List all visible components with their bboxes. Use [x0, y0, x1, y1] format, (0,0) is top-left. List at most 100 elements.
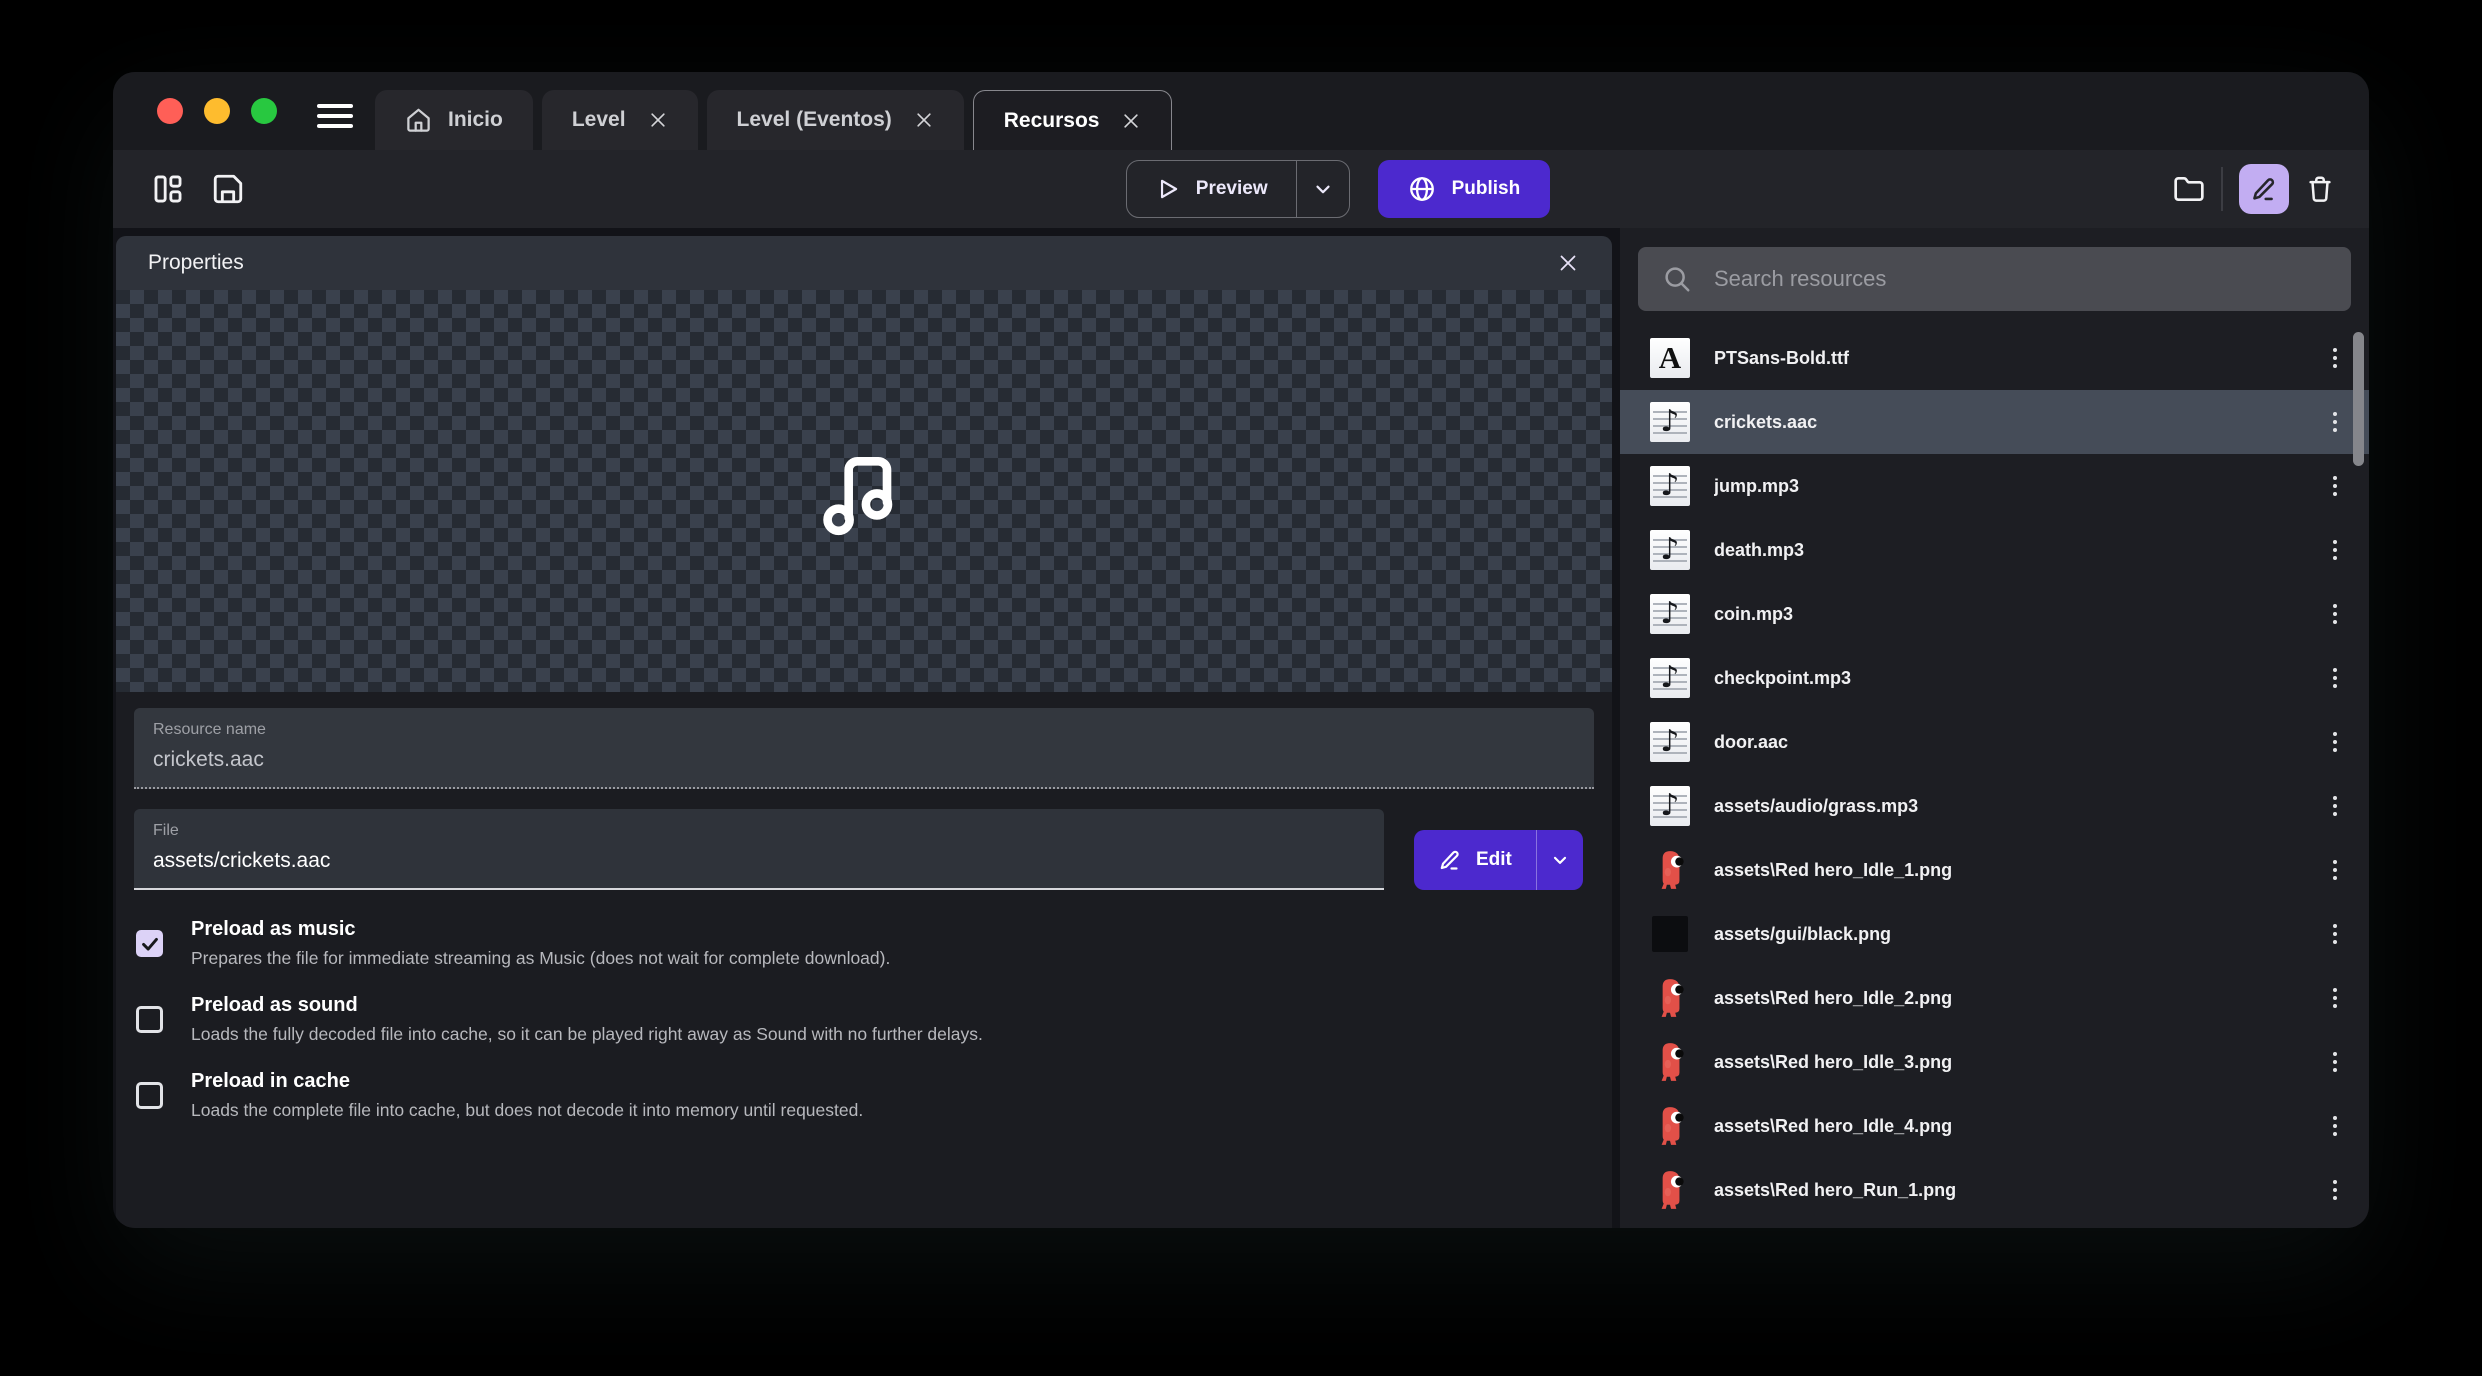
preview-label: Preview	[1196, 178, 1268, 200]
resource-name-field[interactable]: Resource name crickets.aac	[134, 708, 1594, 789]
tab-close-icon[interactable]	[908, 110, 934, 130]
close-window-button[interactable]	[157, 98, 183, 124]
sprite-thumbnail-icon	[1653, 1105, 1687, 1147]
sprite-thumbnail-icon	[1653, 1169, 1687, 1211]
minimize-window-button[interactable]	[204, 98, 230, 124]
kebab-menu-icon[interactable]	[2327, 918, 2343, 950]
kebab-menu-icon[interactable]	[2327, 790, 2343, 822]
scrollbar-thumb[interactable]	[2353, 332, 2364, 466]
edit-label: Edit	[1476, 849, 1512, 871]
toggle-panels-button[interactable]	[151, 172, 185, 206]
file-field[interactable]: File assets/crickets.aac	[134, 809, 1384, 890]
delete-button[interactable]	[2305, 174, 2335, 204]
option-description: Loads the fully decoded file into cache,…	[191, 1024, 983, 1045]
edit-options-button[interactable]	[1536, 830, 1583, 890]
kebab-menu-icon[interactable]	[2327, 662, 2343, 694]
save-icon	[211, 172, 245, 206]
kebab-menu-icon[interactable]	[2327, 534, 2343, 566]
checkbox-checked[interactable]	[136, 930, 163, 957]
close-properties-button[interactable]	[1556, 251, 1580, 275]
kebab-menu-icon[interactable]	[2327, 598, 2343, 630]
kebab-menu-icon[interactable]	[2327, 1174, 2343, 1206]
tab-bar: Inicio Level Level (Eventos) Recursos	[375, 90, 1172, 150]
preview-options-button[interactable]	[1296, 161, 1349, 217]
audio-file-icon: ♪	[1650, 658, 1690, 698]
black-image-icon	[1652, 916, 1688, 952]
audio-file-icon: ♪	[1650, 466, 1690, 506]
trash-icon	[2305, 174, 2335, 204]
tab-label: Level	[572, 108, 626, 132]
resource-row[interactable]: assets\Red hero_Idle_2.png	[1620, 966, 2369, 1030]
audio-file-icon: ♪	[1650, 594, 1690, 634]
close-icon	[1556, 251, 1580, 275]
search-icon	[1662, 264, 1692, 294]
kebab-menu-icon[interactable]	[2327, 982, 2343, 1014]
tab-recursos[interactable]: Recursos	[973, 90, 1173, 150]
main-menu-button[interactable]	[317, 104, 353, 128]
properties-title: Properties	[148, 251, 1556, 275]
resource-name: assets\Red hero_Idle_1.png	[1714, 860, 1952, 881]
kebab-menu-icon[interactable]	[2327, 1110, 2343, 1142]
kebab-menu-icon[interactable]	[2327, 1046, 2343, 1078]
resource-name: jump.mp3	[1714, 476, 1799, 497]
resource-row[interactable]: ♪assets/audio/grass.mp3	[1620, 774, 2369, 838]
audio-file-icon: ♪	[1650, 530, 1690, 570]
search-input[interactable]	[1712, 265, 2327, 293]
resource-name: coin.mp3	[1714, 604, 1793, 625]
kebab-menu-icon[interactable]	[2327, 854, 2343, 886]
sprite-thumbnail-icon	[1653, 1041, 1687, 1083]
tab-level[interactable]: Level	[542, 90, 698, 150]
resource-row[interactable]: ♪death.mp3	[1620, 518, 2369, 582]
tab-close-icon[interactable]	[642, 110, 668, 130]
checkbox-unchecked[interactable]	[136, 1082, 163, 1109]
resource-row[interactable]: assets\Red hero_Idle_3.png	[1620, 1030, 2369, 1094]
app-window: Inicio Level Level (Eventos) Recursos Previ…	[113, 72, 2369, 1228]
resource-row[interactable]: assets/gui/black.png	[1620, 902, 2369, 966]
edit-file-button[interactable]: Edit	[1414, 830, 1536, 890]
tab-inicio[interactable]: Inicio	[375, 90, 533, 150]
resource-row[interactable]: ♪ jump.mp3	[1620, 454, 2369, 518]
resource-row[interactable]: APTSans-Bold.ttf	[1620, 326, 2369, 390]
tab-label: Recursos	[1004, 109, 1100, 133]
resource-row[interactable]: ♪crickets.aac	[1620, 390, 2369, 454]
resource-fields: Resource name crickets.aac File assets/c…	[116, 692, 1612, 1121]
tab-label: Inicio	[448, 108, 503, 132]
search-bar	[1638, 247, 2351, 311]
chevron-down-icon	[1312, 178, 1334, 200]
layout-icon	[151, 172, 185, 206]
kebab-menu-icon[interactable]	[2327, 406, 2343, 438]
edit-mode-toggle[interactable]	[2239, 164, 2289, 214]
resource-row[interactable]: assets\Red hero_Idle_4.png	[1620, 1094, 2369, 1158]
resource-row[interactable]: ♪door.aac	[1620, 710, 2369, 774]
sprite-thumbnail-icon	[1653, 977, 1687, 1019]
resource-row[interactable]: ♪ checkpoint.mp3	[1620, 646, 2369, 710]
kebab-menu-icon[interactable]	[2327, 726, 2343, 758]
option-row: Preload in cacheLoads the complete file …	[136, 1070, 1594, 1121]
tab-close-icon[interactable]	[1115, 111, 1141, 131]
checkbox-unchecked[interactable]	[136, 1006, 163, 1033]
resource-name: checkpoint.mp3	[1714, 668, 1851, 689]
resources-panel: APTSans-Bold.ttf♪crickets.aac♪jump.mp3♪d…	[1620, 228, 2369, 1228]
traffic-lights	[157, 98, 277, 124]
toolbar: Preview Publish	[113, 150, 2369, 228]
resource-row[interactable]: assets\Red hero_Idle_1.png	[1620, 838, 2369, 902]
kebab-menu-icon[interactable]	[2327, 342, 2343, 374]
option-row: Preload as musicPrepares the file for im…	[136, 918, 1594, 969]
publish-button[interactable]: Publish	[1378, 160, 1551, 218]
open-folder-button[interactable]	[2173, 173, 2205, 205]
tab-level-eventos-[interactable]: Level (Eventos)	[707, 90, 964, 150]
resource-name: crickets.aac	[1714, 412, 1817, 433]
preview-split-button: Preview	[1126, 160, 1350, 218]
content-area: Properties Resource name crickets.aac	[113, 228, 2369, 1228]
save-button[interactable]	[211, 172, 245, 206]
resource-row[interactable]: ♪ coin.mp3	[1620, 582, 2369, 646]
globe-icon	[1408, 175, 1436, 203]
resource-row[interactable]: assets\Red hero_Run_1.png	[1620, 1158, 2369, 1222]
preview-button[interactable]: Preview	[1127, 161, 1296, 217]
resource-name: assets/audio/grass.mp3	[1714, 796, 1918, 817]
resource-name: assets/gui/black.png	[1714, 924, 1891, 945]
kebab-menu-icon[interactable]	[2327, 470, 2343, 502]
audio-file-icon: ♪	[1650, 722, 1690, 762]
maximize-window-button[interactable]	[251, 98, 277, 124]
resource-name: PTSans-Bold.ttf	[1714, 348, 1849, 369]
